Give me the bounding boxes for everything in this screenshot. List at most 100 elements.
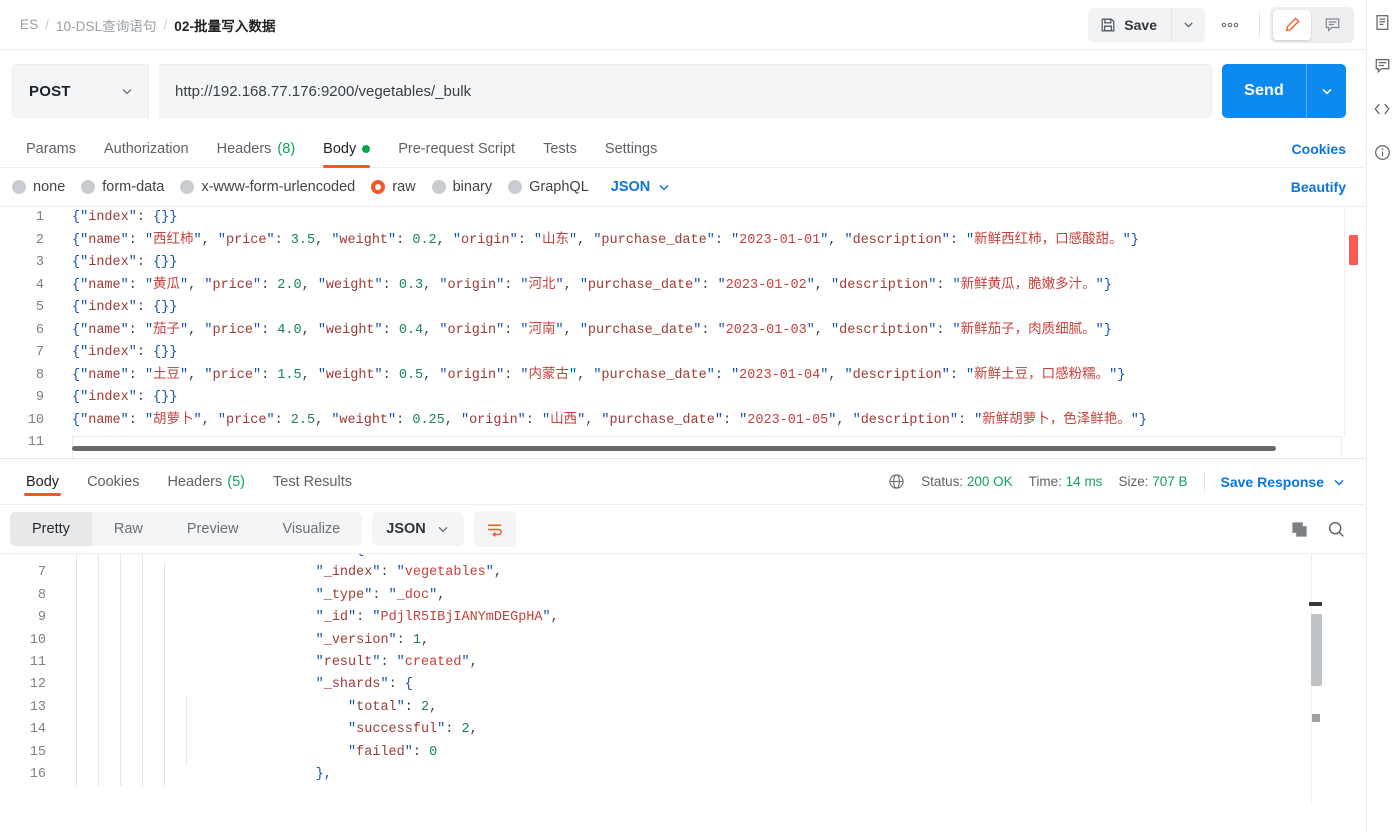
- code-line: 6 {"name": "茄子", "price": 4.0, "weight": …: [0, 320, 1366, 343]
- line-number: 5: [35, 300, 44, 315]
- document-icon[interactable]: [1374, 14, 1391, 31]
- copy-icon[interactable]: [1290, 520, 1309, 539]
- tab-label: Headers: [216, 140, 272, 157]
- size-metric: Size: 707 B: [1118, 474, 1187, 489]
- chevron-down-icon: [1182, 18, 1195, 31]
- time-value: 14 ms: [1065, 474, 1103, 489]
- save-response-label: Save Response: [1220, 473, 1325, 490]
- more-actions-button[interactable]: [1211, 8, 1249, 42]
- response-toolbar: Pretty Raw Preview Visualize JSON: [0, 505, 1366, 553]
- line-number: 3: [35, 255, 44, 270]
- line-number: 10: [27, 412, 44, 428]
- line-number: 13: [29, 699, 46, 715]
- response-tab-headers[interactable]: Headers (5): [153, 459, 259, 505]
- body-type-form-data[interactable]: form-data: [81, 179, 164, 195]
- request-tabs: Params Authorization Headers (8) Body Pr…: [0, 130, 1366, 168]
- send-button[interactable]: Send: [1222, 64, 1306, 118]
- line-number: 11: [27, 435, 44, 450]
- info-icon[interactable]: [1374, 144, 1391, 161]
- http-method-value: POST: [29, 82, 71, 100]
- breadcrumb-folder[interactable]: 10-DSL查询语句: [56, 15, 157, 35]
- body-type-none[interactable]: none: [12, 179, 65, 195]
- code-icon[interactable]: [1373, 100, 1391, 118]
- radio-icon: [180, 180, 195, 194]
- save-button[interactable]: Save: [1088, 7, 1171, 42]
- comment-icon: [1324, 16, 1341, 33]
- right-sidebar: [1366, 0, 1397, 832]
- line-content: {"index": {}}: [72, 345, 178, 360]
- body-type-urlencoded[interactable]: x-www-form-urlencoded: [180, 179, 355, 195]
- body-type-binary[interactable]: binary: [431, 179, 492, 195]
- tab-label: Pre-request Script: [398, 140, 516, 157]
- line-content: {"index": {}}: [72, 210, 178, 225]
- response-tool-icons: [1290, 520, 1346, 539]
- beautify-link[interactable]: Beautify: [1291, 179, 1346, 195]
- response-scrollbar-thumb[interactable]: [1311, 614, 1322, 686]
- tab-pre-request-script[interactable]: Pre-request Script: [384, 130, 529, 168]
- line-content: "_index": "vegetables",: [315, 565, 502, 581]
- line-content: {"name": "黄瓜", "price": 2.0, "weight": 0…: [72, 277, 1112, 293]
- search-icon[interactable]: [1327, 520, 1346, 539]
- cookies-link[interactable]: Cookies: [1292, 141, 1346, 157]
- request-url-input[interactable]: http://192.168.77.176:9200/vegetables/_b…: [159, 64, 1213, 118]
- tab-settings[interactable]: Settings: [591, 130, 671, 168]
- view-mode-visualize[interactable]: Visualize: [260, 512, 362, 546]
- body-type-raw[interactable]: raw: [371, 179, 416, 195]
- response-code-line: 13 "total": 2,: [0, 696, 1366, 720]
- indent-guides: [58, 719, 187, 742]
- line-number: 14: [29, 722, 46, 738]
- indent-guides: [58, 696, 187, 720]
- line-number: 15: [29, 744, 46, 760]
- line-content: "_shards": {: [315, 677, 413, 693]
- body-type-label: GraphQL: [529, 179, 589, 195]
- chevron-down-icon: [120, 84, 134, 98]
- view-mode-raw[interactable]: Raw: [92, 512, 165, 546]
- request-body-editor[interactable]: 1 {"index": {}} 2 {"name": "西红柿", "price": …: [0, 207, 1366, 459]
- word-wrap-button[interactable]: [473, 511, 516, 547]
- tab-headers[interactable]: Headers (8): [203, 130, 310, 168]
- save-response-button[interactable]: Save Response: [1221, 474, 1347, 490]
- code-line: 2 {"name": "西红柿", "price": 3.5, "weight":…: [0, 230, 1366, 253]
- response-format-select[interactable]: JSON: [372, 512, 464, 546]
- tab-params[interactable]: Params: [12, 130, 90, 168]
- request-code-content[interactable]: 1 {"index": {}} 2 {"name": "西红柿", "price": …: [0, 207, 1366, 458]
- response-code-line: 11 "result": "created",: [0, 651, 1366, 675]
- pencil-icon: [1284, 16, 1301, 33]
- body-type-graphql[interactable]: GraphQL: [508, 179, 589, 195]
- response-scrollbar-cap: [1309, 602, 1322, 606]
- body-type-label: x-www-form-urlencoded: [201, 179, 356, 195]
- response-code-content[interactable]: 6 "index": {7 "_index": "vegetables",8 "…: [0, 554, 1366, 787]
- breadcrumb-current: 02-批量写入数据: [174, 18, 276, 34]
- line-content: {"index": {}}: [72, 300, 178, 315]
- line-number: 9: [35, 390, 44, 405]
- code-line: 3 {"index": {}}: [0, 252, 1366, 275]
- line-content: {"name": "西红柿", "price": 3.5, "weight": …: [72, 232, 1139, 248]
- view-mode-pretty[interactable]: Pretty: [10, 512, 92, 546]
- response-headers-count: (5): [227, 473, 245, 490]
- raw-format-select[interactable]: JSON: [611, 179, 672, 195]
- response-tab-body[interactable]: Body: [12, 459, 73, 505]
- comment-mode-button[interactable]: [1313, 10, 1351, 40]
- code-line: 9 {"index": {}}: [0, 387, 1366, 410]
- tab-tests[interactable]: Tests: [529, 130, 591, 168]
- response-tab-test-results[interactable]: Test Results: [259, 459, 366, 505]
- edit-mode-button[interactable]: [1273, 9, 1311, 40]
- radio-icon: [431, 180, 446, 194]
- save-options-button[interactable]: [1171, 7, 1205, 42]
- response-code-line: 16 },: [0, 763, 1366, 787]
- tab-label: Authorization: [103, 140, 189, 157]
- tab-authorization[interactable]: Authorization: [90, 130, 203, 168]
- line-number: 10: [29, 632, 46, 648]
- send-options-button[interactable]: [1306, 64, 1346, 118]
- tab-label: Body: [323, 140, 357, 157]
- editor-horizontal-scrollbar[interactable]: [72, 446, 1326, 451]
- time-label: Time:: [1028, 474, 1062, 489]
- tab-body[interactable]: Body: [309, 130, 384, 168]
- response-body-viewer[interactable]: 6 "index": {7 "_index": "vegetables",8 "…: [0, 553, 1366, 802]
- comment-icon[interactable]: [1374, 57, 1391, 74]
- response-tabs-bar: Body Cookies Headers (5) Test Results St…: [0, 459, 1366, 505]
- breadcrumb-root[interactable]: ES: [20, 17, 38, 32]
- response-tab-cookies[interactable]: Cookies: [73, 459, 153, 505]
- http-method-select[interactable]: POST: [12, 64, 149, 118]
- view-mode-preview[interactable]: Preview: [165, 512, 261, 546]
